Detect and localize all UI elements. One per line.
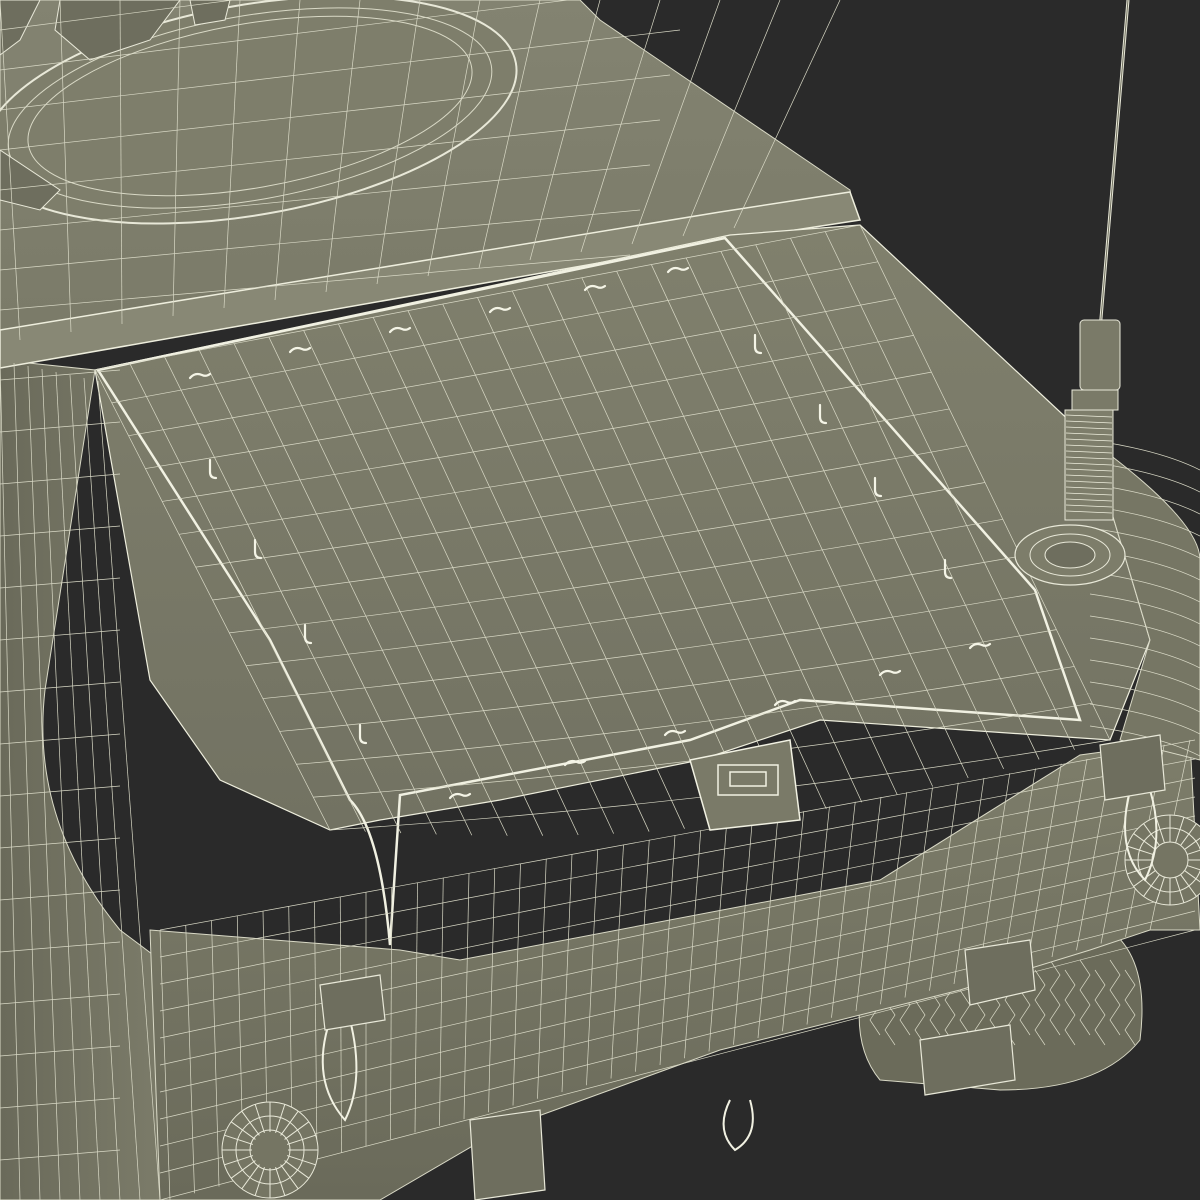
vehicle-wireframe-render xyxy=(0,0,1200,1200)
render-viewport xyxy=(0,0,1200,1200)
left-headlight xyxy=(221,1101,319,1199)
